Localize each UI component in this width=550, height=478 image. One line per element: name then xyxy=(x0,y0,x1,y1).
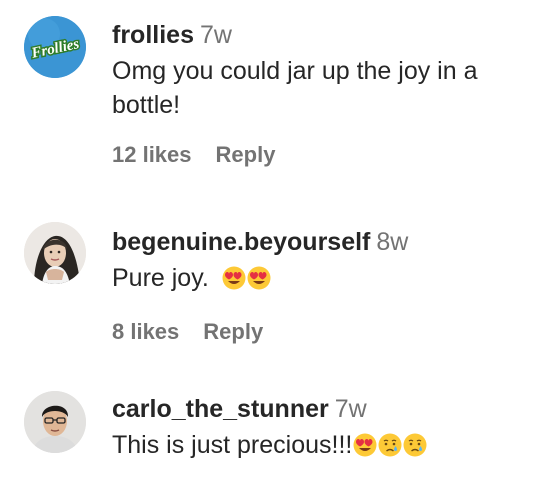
crying-face-emoji-icon xyxy=(403,432,427,466)
heart-eyes-emoji-icon xyxy=(222,265,246,299)
comment-text: Pure joy. xyxy=(112,261,540,299)
comment-body: begenuine.beyourself 8w Pure joy. 8 likes… xyxy=(112,227,540,345)
comment-header: begenuine.beyourself 8w xyxy=(112,227,540,257)
username[interactable]: frollies xyxy=(112,21,194,49)
timestamp[interactable]: 8w xyxy=(376,228,408,256)
comment-text-content: Pure joy. xyxy=(112,264,209,292)
likes-count[interactable]: 12 likes xyxy=(112,142,192,168)
avatar[interactable]: Frollies xyxy=(24,16,86,78)
woman-portrait-icon xyxy=(24,222,86,284)
comment-text: Omg you could jar up the joy in a bottle… xyxy=(112,57,478,119)
username[interactable]: carlo_the_stunner xyxy=(112,395,329,423)
reply-button[interactable]: Reply xyxy=(203,319,263,345)
comment-text: This is just precious!!! xyxy=(112,428,540,466)
timestamp[interactable]: 7w xyxy=(335,395,367,423)
avatar[interactable] xyxy=(24,391,86,453)
likes-count[interactable]: 8 likes xyxy=(112,319,179,345)
timestamp[interactable]: 7w xyxy=(200,21,232,49)
reply-button[interactable]: Reply xyxy=(216,142,276,168)
comment-header: carlo_the_stunner 7w xyxy=(112,394,540,424)
username[interactable]: begenuine.beyourself xyxy=(112,228,370,256)
comment-actions: 8 likes Reply xyxy=(112,319,540,345)
heart-eyes-emoji-icon xyxy=(353,432,377,466)
comment-body: frollies 7w Omg you could jar up the joy … xyxy=(112,20,540,168)
comment-body: carlo_the_stunner 7w This is just preciou… xyxy=(112,394,540,466)
comment-header: frollies 7w xyxy=(112,20,540,50)
heart-eyes-emoji-icon xyxy=(247,265,271,299)
comment-text-content: This is just precious!!! xyxy=(112,431,353,459)
frollies-logo: Frollies xyxy=(24,16,86,78)
avatar[interactable] xyxy=(24,222,86,284)
crying-face-emoji-icon xyxy=(378,432,402,466)
comment-actions: 12 likes Reply xyxy=(112,142,540,168)
man-portrait-icon xyxy=(24,391,86,453)
